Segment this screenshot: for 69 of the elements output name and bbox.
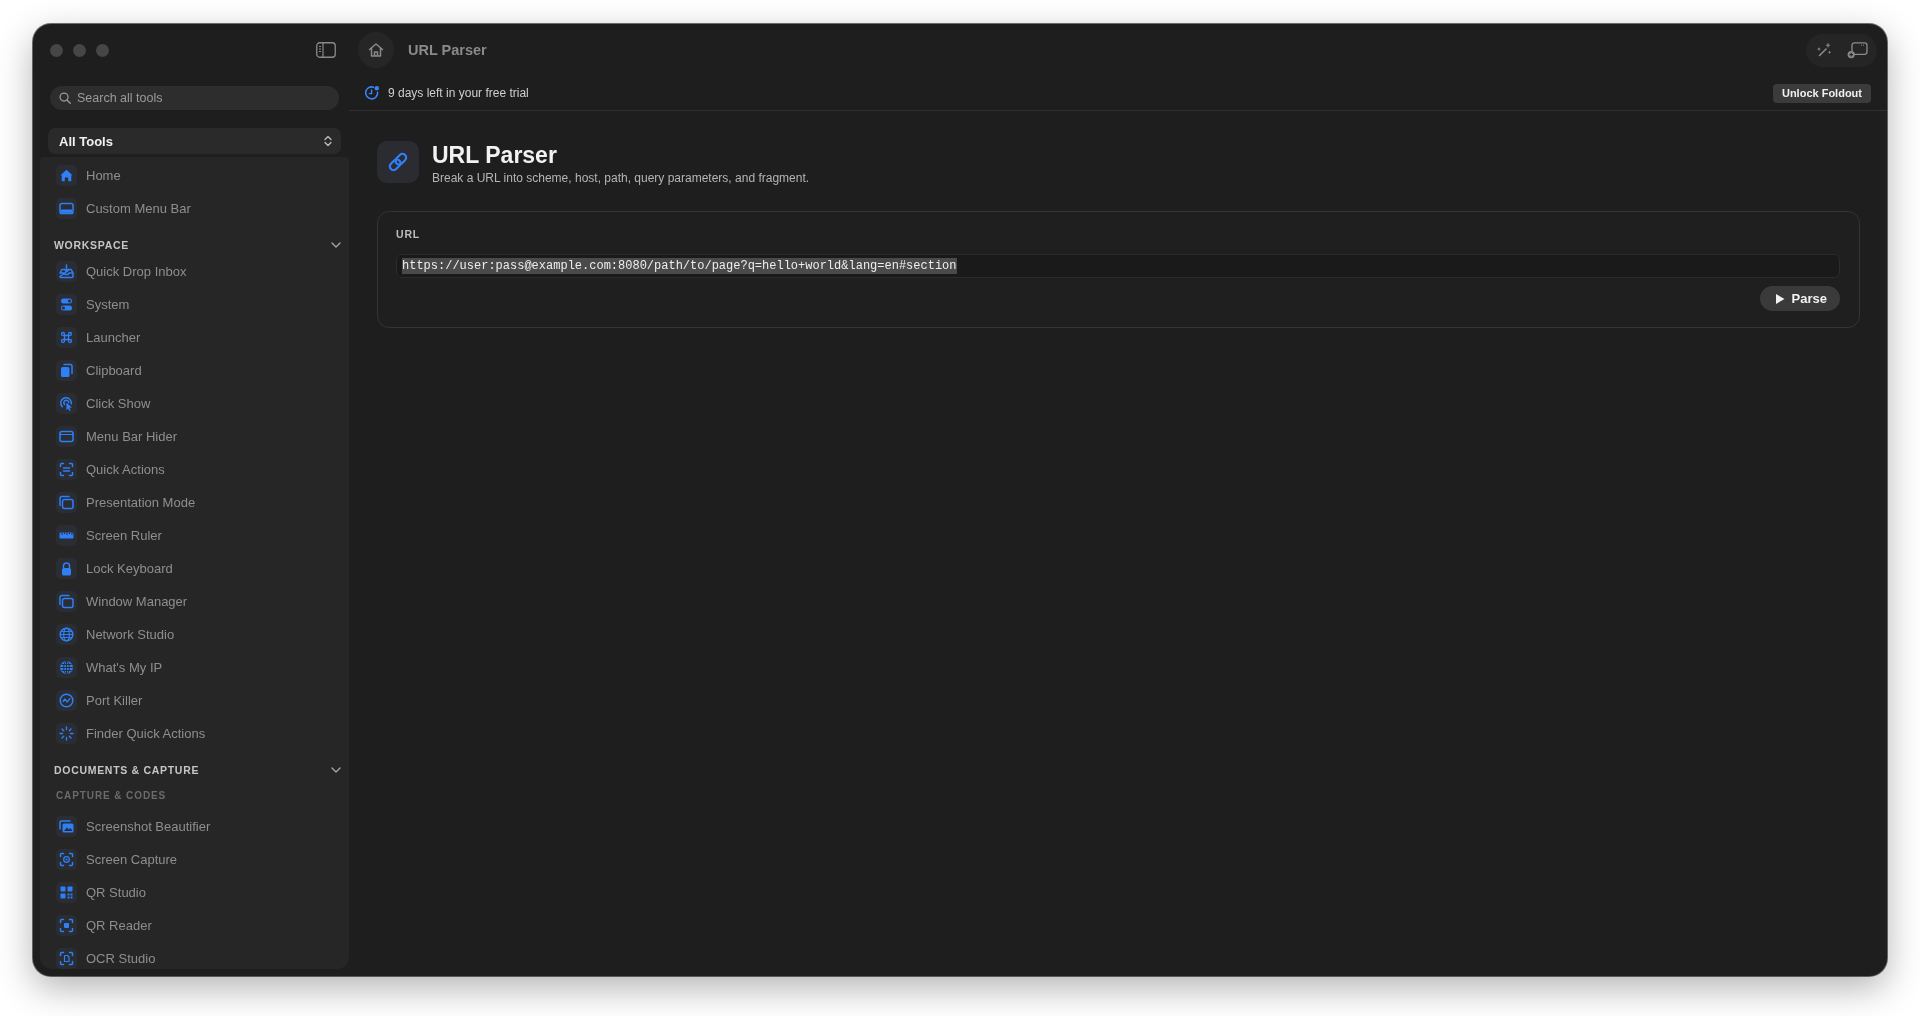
qr-code-icon bbox=[56, 882, 77, 903]
home-button[interactable] bbox=[358, 32, 394, 68]
lock-icon bbox=[56, 558, 77, 579]
window-title: URL Parser bbox=[408, 42, 487, 58]
unlock-button[interactable]: Unlock Foldout bbox=[1772, 83, 1871, 103]
sidebar-item[interactable]: Launcher bbox=[46, 321, 343, 354]
command-key-icon bbox=[56, 327, 77, 348]
chevron-down-icon bbox=[331, 765, 341, 775]
toggles-icon bbox=[56, 294, 77, 315]
scan-frame-icon bbox=[56, 915, 77, 936]
sidebar-item[interactable]: Screen Capture bbox=[46, 843, 343, 876]
play-icon bbox=[1774, 292, 1785, 305]
up-down-chevron-icon bbox=[324, 135, 332, 147]
sidebar-item[interactable]: What's My IP bbox=[46, 651, 343, 684]
inbox-tray-icon bbox=[56, 261, 77, 282]
trial-message: 9 days left in your free trial bbox=[388, 86, 529, 100]
sidebar-item[interactable]: Presentation Mode bbox=[46, 486, 343, 519]
section-header[interactable]: WORKSPACE bbox=[40, 235, 349, 255]
sidebar-item[interactable]: Menu Bar Hider bbox=[46, 420, 343, 453]
house-icon bbox=[56, 165, 77, 186]
sidebar-item[interactable]: Port Killer bbox=[46, 684, 343, 717]
sidebar-item[interactable]: Screenshot Beautifier bbox=[46, 810, 343, 843]
stacked-windows-icon bbox=[56, 492, 77, 513]
field-label: URL bbox=[396, 228, 421, 241]
sidebar-item[interactable]: Network Studio bbox=[46, 618, 343, 651]
chevron-down-icon bbox=[331, 240, 341, 250]
url-field[interactable]: https://user:pass@example.com:8080/path/to/page?q=hello+world&lang=en#section bbox=[396, 254, 1840, 278]
magic-wand-icon[interactable] bbox=[1816, 42, 1832, 58]
dashed-frame-icon bbox=[56, 459, 77, 480]
sidebar-item[interactable]: System bbox=[46, 288, 343, 321]
documents-icon bbox=[56, 360, 77, 381]
sidebar-item[interactable]: Window Manager bbox=[46, 585, 343, 618]
house-icon bbox=[367, 41, 385, 59]
sidebar-item[interactable]: Quick Drop Inbox bbox=[46, 255, 343, 288]
tap-icon bbox=[56, 393, 77, 414]
sidebar-item[interactable]: QR Studio bbox=[46, 876, 343, 909]
page-subtitle: Break a URL into scheme, host, path, query parameters, and fragment. bbox=[432, 170, 810, 186]
pulse-circle-icon bbox=[56, 690, 77, 711]
window-bar-icon bbox=[56, 198, 77, 219]
document-scan-icon bbox=[56, 948, 77, 969]
sidebar-item[interactable]: Click Show bbox=[46, 387, 343, 420]
ruler-icon bbox=[56, 525, 77, 546]
stacked-windows-icon bbox=[56, 591, 77, 612]
sidebar-item[interactable]: QR Reader bbox=[46, 909, 343, 942]
capture-frame-icon bbox=[56, 849, 77, 870]
sidebar-item[interactable]: OCR Studio bbox=[46, 942, 343, 969]
page-title: URL Parser bbox=[432, 141, 558, 169]
sidebar-item[interactable]: Custom Menu Bar bbox=[46, 192, 343, 225]
window-icon bbox=[56, 426, 77, 447]
sidebar-item[interactable]: Quick Actions bbox=[46, 453, 343, 486]
sidebar-item[interactable]: Finder Quick Actions bbox=[46, 717, 343, 750]
globe-icon bbox=[56, 624, 77, 645]
photos-icon bbox=[56, 816, 77, 837]
tool-filter-dropdown[interactable]: All Tools bbox=[48, 128, 341, 154]
clock-icon bbox=[364, 85, 380, 101]
globe-icon bbox=[56, 657, 77, 678]
sidebar-item[interactable]: Lock Keyboard bbox=[46, 552, 343, 585]
sidebar-item[interactable]: Home bbox=[46, 159, 343, 192]
sparkle-icon bbox=[56, 723, 77, 744]
parse-button[interactable]: Parse bbox=[1759, 286, 1840, 311]
sidebar-toggle-icon[interactable] bbox=[316, 42, 336, 58]
search-field[interactable]: Search all tools bbox=[50, 86, 339, 110]
sidebar-item[interactable]: Screen Ruler bbox=[46, 519, 343, 552]
section-header[interactable]: DOCUMENTS & CAPTURE bbox=[40, 760, 349, 780]
sidebar-item[interactable]: Clipboard bbox=[46, 354, 343, 387]
link-icon bbox=[377, 141, 419, 183]
group-label: CAPTURE & CODES bbox=[55, 788, 168, 803]
search-icon bbox=[59, 92, 71, 104]
window-plus-icon[interactable] bbox=[1847, 41, 1868, 59]
